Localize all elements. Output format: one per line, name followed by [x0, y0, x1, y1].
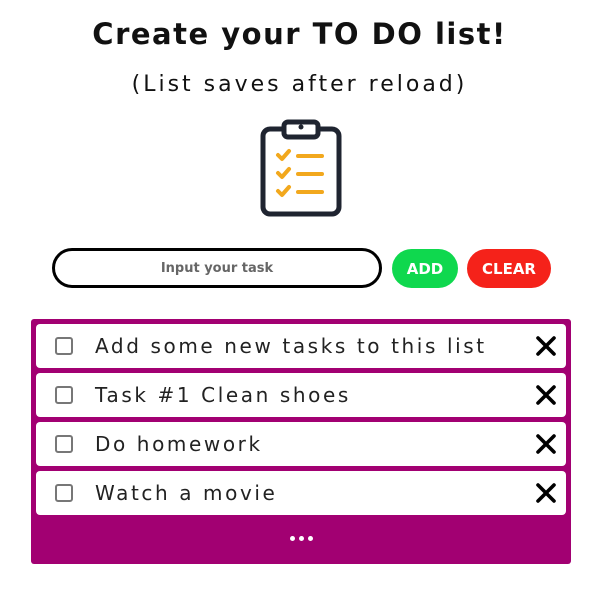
close-icon[interactable] — [534, 481, 558, 505]
task-list: Add some new tasks to this list Task #1 … — [31, 319, 571, 564]
task-text: Task #1 Clean shoes — [95, 383, 351, 407]
task-item: Watch a movie — [36, 471, 566, 515]
dot — [298, 536, 304, 541]
task-item: Add some new tasks to this list — [36, 324, 566, 368]
task-input[interactable] — [52, 248, 382, 288]
dot — [289, 536, 295, 541]
close-icon[interactable] — [534, 334, 558, 358]
task-text: Do homework — [95, 432, 263, 456]
close-icon[interactable] — [534, 432, 558, 456]
add-button[interactable]: ADD — [392, 249, 458, 288]
close-icon[interactable] — [534, 383, 558, 407]
task-checkbox[interactable] — [55, 484, 73, 502]
task-item: Task #1 Clean shoes — [36, 373, 566, 417]
task-checkbox[interactable] — [55, 337, 73, 355]
task-item: Do homework — [36, 422, 566, 466]
task-form: ADD CLEAR — [52, 248, 552, 288]
dot — [307, 536, 313, 541]
task-checkbox[interactable] — [55, 435, 73, 453]
page-title: Create your TO DO list! — [92, 17, 507, 51]
task-text: Watch a movie — [95, 481, 278, 505]
clipboard-checklist-icon — [260, 119, 342, 217]
page-subtitle: (List saves after reload) — [131, 72, 468, 97]
task-checkbox[interactable] — [55, 386, 73, 404]
more-dots-icon[interactable] — [31, 529, 571, 549]
task-text: Add some new tasks to this list — [95, 334, 487, 358]
clear-button[interactable]: CLEAR — [467, 249, 551, 288]
